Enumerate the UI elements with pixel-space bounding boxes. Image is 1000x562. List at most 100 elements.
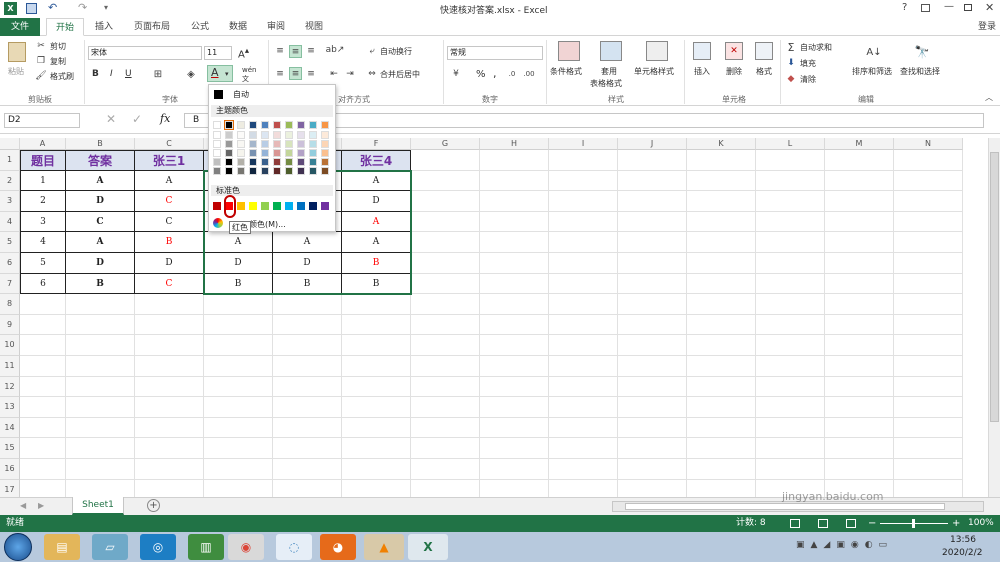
cell-a17[interactable] [20,479,66,497]
file-explorer-icon[interactable]: ▤ [44,534,80,560]
cell-j12[interactable] [618,376,687,398]
cell-i17[interactable] [549,479,618,497]
theme-swatch[interactable] [309,140,317,148]
cell-g15[interactable] [411,438,480,459]
cell-k1[interactable] [687,150,756,171]
cell-b3[interactable]: D [66,191,135,212]
align-middle-icon[interactable]: ≡ [289,45,302,58]
cell-f14[interactable] [342,417,411,439]
theme-swatch[interactable] [273,158,281,166]
theme-swatch[interactable] [249,167,257,175]
column-header-i[interactable]: I [549,138,618,150]
cell-b5[interactable]: A [66,232,135,253]
cell-a5[interactable]: 4 [20,232,66,253]
cell-j7[interactable] [618,273,687,295]
theme-swatch[interactable] [309,131,317,139]
cell-m14[interactable] [825,417,894,439]
percent-button[interactable]: % [476,69,486,80]
cell-c12[interactable] [135,376,204,398]
clock-date[interactable]: 2020/2/2 [942,548,982,558]
autosum-icon[interactable]: Σ [786,41,796,54]
column-header-j[interactable]: J [618,138,687,150]
cell-i6[interactable] [549,253,618,274]
add-sheet-button[interactable]: + [147,499,160,512]
column-header-b[interactable]: B [66,138,135,150]
cell-h5[interactable] [480,232,549,253]
font-color-dropdown-icon[interactable]: ▾ [225,70,229,78]
cell-j9[interactable] [618,314,687,336]
cell-l14[interactable] [756,417,825,439]
clock-time[interactable]: 13:56 [950,535,976,545]
cell-j14[interactable] [618,417,687,439]
cell-i9[interactable] [549,314,618,336]
cell-b7[interactable]: B [66,273,135,295]
cell-a7[interactable]: 6 [20,273,66,295]
cell-i10[interactable] [549,335,618,356]
cell-l4[interactable] [756,211,825,233]
select-all-corner[interactable] [0,138,20,150]
cell-h2[interactable] [480,170,549,192]
cell-j8[interactable] [618,294,687,315]
standard-swatch[interactable] [261,202,269,210]
vlc-icon[interactable]: ▲ [364,534,404,560]
delete-cells-icon[interactable]: ✕ [725,42,743,60]
cell-l2[interactable] [756,170,825,192]
cell-e8[interactable] [273,294,342,315]
cell-h11[interactable] [480,356,549,377]
cell-h4[interactable] [480,211,549,233]
theme-swatch[interactable] [321,149,329,157]
cell-n5[interactable] [894,232,963,253]
name-box[interactable]: D2 [4,113,80,128]
cell-b16[interactable] [66,459,135,480]
cell-styles-icon[interactable] [646,41,668,61]
sort-filter-button[interactable]: 排序和筛选 [852,66,892,77]
cell-l13[interactable] [756,397,825,418]
scroll-thumb[interactable] [990,152,999,422]
cell-g14[interactable] [411,417,480,439]
cell-h3[interactable] [480,191,549,212]
cell-h16[interactable] [480,459,549,480]
cell-h14[interactable] [480,417,549,439]
cell-g8[interactable] [411,294,480,315]
theme-swatch[interactable] [213,149,221,157]
ribbon-display-icon[interactable] [921,4,930,12]
tab-page-layout[interactable]: 页面布局 [128,18,176,36]
cell-n7[interactable] [894,273,963,295]
row-header-8[interactable]: 8 [0,294,20,315]
cell-k8[interactable] [687,294,756,315]
row-header-4[interactable]: 4 [0,211,20,233]
theme-swatch[interactable] [261,140,269,148]
cell-f8[interactable] [342,294,411,315]
cell-a15[interactable] [20,438,66,459]
theme-swatch[interactable] [285,158,293,166]
clear-icon[interactable]: ◆ [786,74,796,84]
theme-swatch[interactable] [261,149,269,157]
theme-swatch[interactable] [237,131,245,139]
conditional-format-icon[interactable] [558,41,580,61]
row-header-15[interactable]: 15 [0,438,20,459]
increase-decimal-icon[interactable]: .0 [505,68,519,80]
theme-swatch[interactable] [225,158,233,166]
column-header-f[interactable]: F [342,138,411,150]
theme-swatch[interactable] [237,158,245,166]
cell-d13[interactable] [204,397,273,418]
cell-h10[interactable] [480,335,549,356]
theme-swatch[interactable] [321,158,329,166]
cell-n3[interactable] [894,191,963,212]
cell-k17[interactable] [687,479,756,497]
cell-a10[interactable] [20,335,66,356]
fill-icon[interactable]: ⬇ [786,58,796,68]
cell-k12[interactable] [687,376,756,398]
theme-swatch[interactable] [213,140,221,148]
currency-icon[interactable]: ¥ [449,68,463,80]
cell-g16[interactable] [411,459,480,480]
cell-c5[interactable]: B [135,232,204,253]
cell-j6[interactable] [618,253,687,274]
cell-j2[interactable] [618,170,687,192]
cell-e11[interactable] [273,356,342,377]
cell-g6[interactable] [411,253,480,274]
bold-button[interactable]: B [92,69,99,79]
column-header-n[interactable]: N [894,138,963,150]
cell-j10[interactable] [618,335,687,356]
cell-n6[interactable] [894,253,963,274]
